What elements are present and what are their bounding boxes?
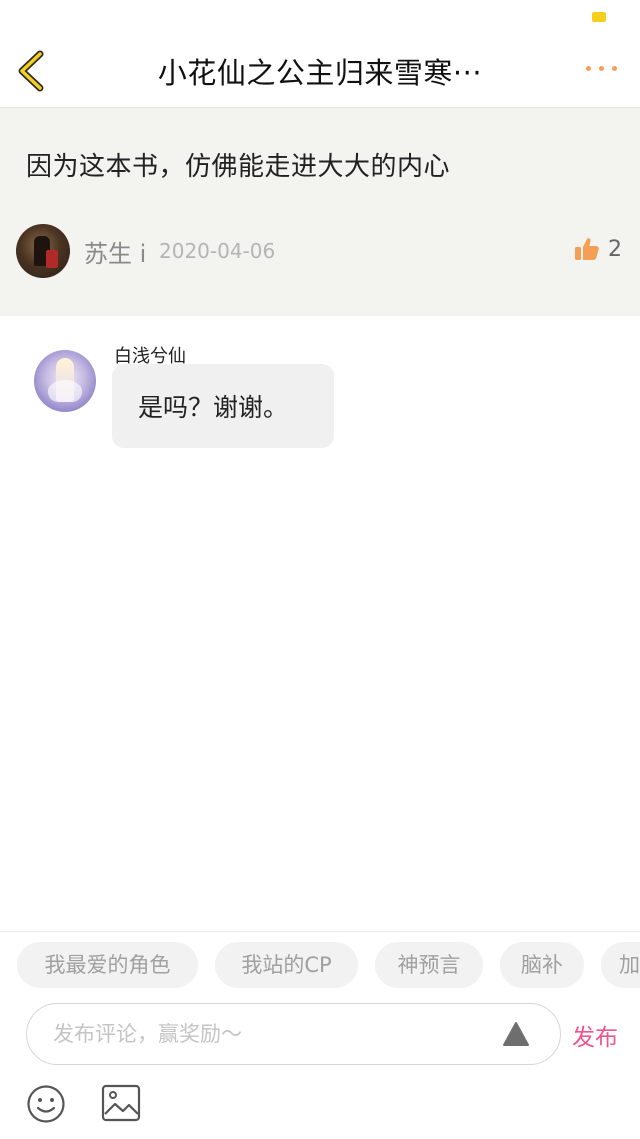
like-button[interactable]: 2 bbox=[574, 234, 622, 264]
tag-my-cp[interactable]: 我站的CP bbox=[215, 942, 358, 988]
image-icon bbox=[101, 1084, 141, 1122]
comment-input[interactable] bbox=[53, 1019, 493, 1049]
bottom-comment-bar: 我最爱的角色 我站的CP 神预言 脑补 加 发布 bbox=[0, 931, 640, 1139]
comment-input-box bbox=[26, 1003, 561, 1065]
image-button[interactable] bbox=[101, 1084, 141, 1122]
smiley-icon bbox=[27, 1085, 65, 1123]
post-card: 因为这本书，仿佛能走进大大的内心 苏生 i 2020-04-06 2 bbox=[0, 108, 640, 316]
reply-avatar[interactable] bbox=[34, 350, 96, 412]
author-name[interactable]: 苏生 i bbox=[84, 234, 146, 269]
more-dots-icon bbox=[586, 66, 591, 71]
reply-text: 是吗？谢谢。 bbox=[138, 393, 289, 422]
tag-imagination[interactable]: 脑补 bbox=[500, 942, 584, 988]
emoji-button[interactable] bbox=[26, 1084, 66, 1124]
top-nav-bar: 小花仙之公主归来雪寒··· bbox=[0, 30, 640, 108]
tag-prophecy[interactable]: 神预言 bbox=[375, 942, 483, 988]
publish-button[interactable]: 发布 bbox=[572, 1018, 618, 1052]
tag-favorite-character[interactable]: 我最爱的角色 bbox=[17, 942, 198, 988]
author-avatar[interactable] bbox=[16, 224, 70, 278]
triangle-up-icon[interactable] bbox=[502, 1021, 530, 1047]
like-count: 2 bbox=[608, 236, 622, 262]
more-button[interactable] bbox=[584, 56, 620, 80]
post-text: 因为这本书，仿佛能走进大大的内心 bbox=[26, 152, 451, 182]
reply-bubble: 是吗？谢谢。 bbox=[112, 364, 334, 448]
quick-tags-row: 我最爱的角色 我站的CP 神预言 脑补 加 bbox=[17, 942, 640, 988]
status-indicator bbox=[592, 12, 606, 22]
thumbs-up-icon bbox=[575, 238, 599, 260]
page-title: 小花仙之公主归来雪寒··· bbox=[157, 56, 483, 90]
post-date: 2020-04-06 bbox=[159, 239, 276, 263]
tag-add[interactable]: 加 bbox=[601, 942, 640, 988]
